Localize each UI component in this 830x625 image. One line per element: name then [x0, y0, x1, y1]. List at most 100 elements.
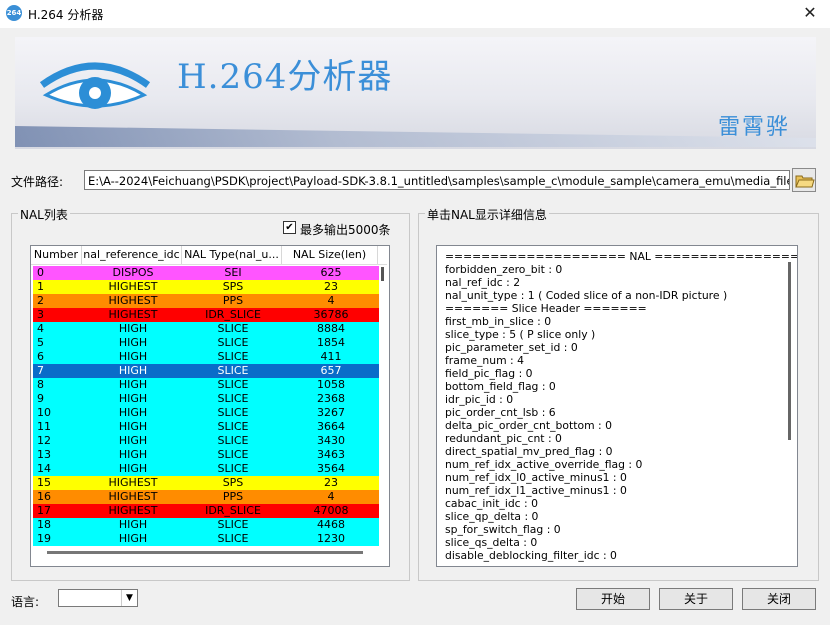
table-row[interactable]: 18 HIGH SLICE 4468 [33, 518, 379, 532]
cell-number: 16 [37, 490, 51, 503]
cell-number: 5 [37, 336, 44, 349]
detail-title: 单击NAL显示详细信息 [425, 206, 549, 223]
cell-number: 8 [37, 378, 44, 391]
cell-nal-type: IDR_SLICE [205, 504, 261, 517]
nal-list-table[interactable]: Number nal_reference_idc NAL Type(nal_u.… [30, 245, 390, 567]
window-title: H.264 分析器 [28, 8, 104, 22]
title-bar: 264 H.264 分析器 ✕ [0, 0, 830, 28]
file-path-label: 文件路径: [11, 175, 64, 189]
cell-ref-idc: HIGH [118, 336, 148, 349]
cell-ref-idc: HIGH [118, 434, 148, 447]
table-row[interactable]: 4 HIGH SLICE 8884 [33, 322, 379, 336]
table-row[interactable]: 16 HIGHEST PPS 4 [33, 490, 379, 504]
table-row[interactable]: 13 HIGH SLICE 3463 [33, 448, 379, 462]
detail-line: forbidden_zero_bit : 0 [445, 263, 563, 276]
eye-logo-icon [40, 62, 150, 109]
cell-nal-size: 23 [324, 280, 338, 293]
cell-nal-type: SLICE [217, 406, 249, 419]
cell-ref-idc: HIGHEST [108, 280, 158, 293]
language-label: 语言: [11, 595, 40, 609]
cell-number: 2 [37, 294, 44, 307]
cell-nal-type: IDR_SLICE [205, 308, 261, 321]
cell-nal-size: 4 [327, 294, 335, 307]
table-row[interactable]: 12 HIGH SLICE 3430 [33, 434, 379, 448]
cell-nal-size: 3430 [317, 434, 345, 447]
cell-number: 19 [37, 532, 51, 545]
cell-number: 14 [37, 462, 51, 475]
cell-number: 17 [37, 504, 51, 517]
cell-nal-type: SLICE [217, 336, 249, 349]
cell-ref-idc: HIGH [118, 518, 148, 531]
column-header-ref-idc[interactable]: nal_reference_idc [82, 246, 182, 264]
table-row[interactable]: 3 HIGHEST IDR_SLICE 36786 [33, 308, 379, 322]
banner-title: H.264分析器 [177, 57, 393, 97]
cell-nal-size: 3664 [317, 420, 345, 433]
about-button[interactable]: 关于 [659, 588, 733, 610]
max-output-label: 最多输出5000条 [300, 223, 391, 237]
cell-nal-type: SEI [224, 266, 242, 279]
detail-textbox[interactable]: ==================== NAL ===============… [436, 245, 798, 567]
close-window-button[interactable]: ✕ [800, 3, 820, 23]
table-row[interactable]: 15 HIGHEST SPS 23 [33, 476, 379, 490]
table-row[interactable]: 1 HIGHEST SPS 23 [33, 280, 379, 294]
vertical-scrollbar[interactable] [377, 265, 387, 545]
table-row[interactable]: 7 HIGH SLICE 657 [33, 364, 379, 378]
cell-nal-size: 3463 [317, 448, 345, 461]
table-row[interactable]: 5 HIGH SLICE 1854 [33, 336, 379, 350]
cell-ref-idc: HIGH [118, 420, 148, 433]
cell-number: 18 [37, 518, 51, 531]
cell-number: 9 [37, 392, 44, 405]
column-header-number[interactable]: Number [31, 246, 82, 264]
folder-icon [795, 175, 815, 188]
detail-line: slice_qp_delta : 0 [445, 510, 539, 523]
detail-line: slice_type : 5 ( P slice only ) [445, 328, 596, 341]
cell-nal-size: 625 [320, 266, 342, 279]
detail-line: disable_deblocking_filter_idc : 0 [445, 549, 617, 562]
detail-line: delta_pic_order_cnt_bottom : 0 [445, 419, 612, 432]
detail-line: slice_qs_delta : 0 [445, 536, 538, 549]
detail-line: idr_pic_id : 0 [445, 393, 514, 406]
cell-nal-size: 2368 [317, 392, 345, 405]
cell-number: 0 [37, 266, 44, 279]
cell-nal-size: 3564 [317, 462, 345, 475]
table-row[interactable]: 8 HIGH SLICE 1058 [33, 378, 379, 392]
cell-ref-idc: HIGHEST [108, 294, 158, 307]
cell-nal-size: 1854 [317, 336, 345, 349]
cell-nal-type: SPS [222, 280, 244, 293]
table-row[interactable]: 17 HIGHEST IDR_SLICE 47008 [33, 504, 379, 518]
table-row[interactable]: 2 HIGHEST PPS 4 [33, 294, 379, 308]
table-row[interactable]: 6 HIGH SLICE 411 [33, 350, 379, 364]
detail-line: nal_unit_type : 1 ( Coded slice of a non… [445, 289, 728, 302]
file-path-input[interactable]: E:\A--2024\Feichuang\PSDK\project\Payloa… [84, 170, 790, 190]
cell-number: 1 [37, 280, 44, 293]
close-button[interactable]: 关闭 [742, 588, 816, 610]
cell-ref-idc: HIGH [118, 532, 148, 545]
detail-line: num_ref_idx_l0_active_minus1 : 0 [445, 471, 627, 484]
table-row[interactable]: 0 DISPOS SEI 625 [33, 266, 379, 280]
chevron-down-icon[interactable]: ▼ [121, 590, 137, 606]
cell-ref-idc: HIGH [118, 350, 148, 363]
column-header-nal-size[interactable]: NAL Size(len) [282, 246, 378, 264]
detail-line: sp_for_switch_flag : 0 [445, 523, 561, 536]
max-output-checkbox[interactable]: ✔ [283, 221, 296, 234]
cell-nal-type: PPS [222, 490, 244, 503]
detail-line: cabac_init_idc : 0 [445, 497, 538, 510]
cell-nal-type: SLICE [217, 364, 249, 377]
table-row[interactable]: 19 HIGH SLICE 1230 [33, 532, 379, 546]
detail-line: ==================== NAL ===============… [445, 250, 798, 263]
horizontal-scrollbar[interactable] [47, 551, 363, 554]
table-row[interactable]: 9 HIGH SLICE 2368 [33, 392, 379, 406]
cell-number: 4 [37, 322, 44, 335]
detail-scrollbar[interactable] [788, 262, 791, 440]
language-select[interactable]: ▼ [58, 589, 138, 607]
table-row[interactable]: 10 HIGH SLICE 3267 [33, 406, 379, 420]
browse-folder-button[interactable] [792, 168, 816, 192]
cell-ref-idc: HIGH [118, 448, 148, 461]
column-header-nal-type[interactable]: NAL Type(nal_u... [182, 246, 282, 264]
cell-ref-idc: HIGH [118, 364, 148, 377]
table-row[interactable]: 14 HIGH SLICE 3564 [33, 462, 379, 476]
table-row[interactable]: 11 HIGH SLICE 3664 [33, 420, 379, 434]
cell-nal-size: 36786 [313, 308, 349, 321]
cell-ref-idc: HIGHEST [108, 308, 158, 321]
start-button[interactable]: 开始 [576, 588, 650, 610]
